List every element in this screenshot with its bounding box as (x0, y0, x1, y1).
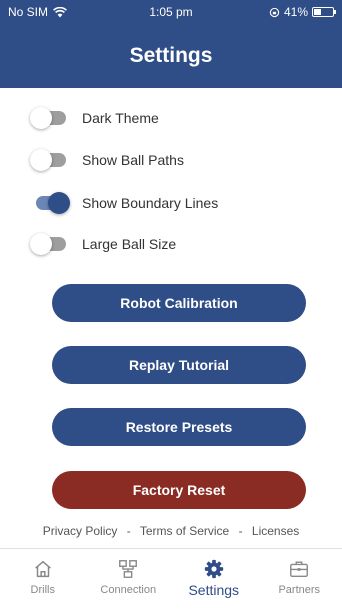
show-ball-paths-toggle[interactable] (30, 148, 70, 172)
app-header: No SIM 1:05 pm 41% Settings (0, 0, 342, 88)
large-ball-size-label: Large Ball Size (82, 236, 177, 252)
terms-of-service-link[interactable]: Terms of Service (140, 524, 229, 538)
tab-label: Drills (30, 584, 55, 596)
large-ball-size-row: Large Ball Size (30, 232, 176, 256)
large-ball-size-toggle[interactable] (30, 232, 70, 256)
footer-links: Privacy Policy - Terms of Service - Lice… (0, 524, 342, 538)
battery-fill (314, 9, 322, 15)
show-ball-paths-label: Show Ball Paths (82, 152, 184, 168)
home-icon (34, 560, 51, 578)
toggle-knob (30, 233, 52, 255)
dark-theme-toggle[interactable] (30, 106, 70, 130)
replay-tutorial-button[interactable]: Replay Tutorial (52, 346, 306, 384)
tab-label: Connection (100, 584, 157, 596)
show-boundary-lines-toggle[interactable] (30, 191, 70, 215)
status-right: 41% (269, 5, 336, 19)
footer-separator: - (238, 524, 243, 538)
battery-percent: 41% (283, 5, 308, 19)
dark-theme-row: Dark Theme (30, 106, 159, 130)
show-boundary-lines-row: Show Boundary Lines (30, 191, 218, 215)
briefcase-icon (290, 561, 309, 578)
toggle-knob (30, 149, 52, 171)
tab-bar: Drills Connection Settings Partners (0, 548, 342, 610)
show-ball-paths-row: Show Ball Paths (30, 148, 184, 172)
tab-label: Settings (188, 582, 240, 598)
orientation-lock-icon (269, 7, 280, 17)
battery-icon (312, 7, 336, 17)
toggle-knob (48, 192, 70, 214)
restore-presets-button[interactable]: Restore Presets (52, 408, 306, 446)
show-boundary-lines-label: Show Boundary Lines (82, 195, 219, 211)
footer-separator: - (126, 524, 131, 538)
privacy-policy-link[interactable]: Privacy Policy (43, 524, 118, 538)
toggle-knob (30, 107, 52, 129)
tab-settings[interactable]: Settings (171, 549, 257, 610)
network-icon (119, 560, 138, 578)
tab-drills[interactable]: Drills (0, 549, 86, 610)
gear-icon (204, 559, 223, 579)
dark-theme-label: Dark Theme (82, 110, 159, 126)
licenses-link[interactable]: Licenses (252, 524, 299, 538)
factory-reset-button[interactable]: Factory Reset (52, 471, 306, 509)
page-title: Settings (129, 44, 213, 67)
status-bar: No SIM 1:05 pm 41% (0, 0, 342, 24)
tab-label: Partners (278, 584, 321, 596)
tab-partners[interactable]: Partners (257, 549, 342, 610)
tab-connection[interactable]: Connection (86, 549, 172, 610)
robot-calibration-button[interactable]: Robot Calibration (52, 284, 306, 322)
